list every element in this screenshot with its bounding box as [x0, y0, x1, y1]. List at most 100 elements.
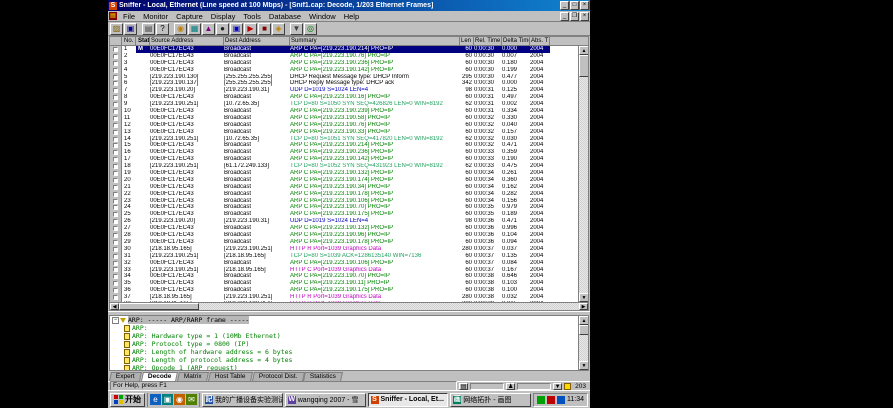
ie-icon[interactable]: e [150, 394, 161, 405]
column-header-len[interactable]: Len [460, 37, 474, 45]
packet-list-hscrollbar[interactable]: ◀ ▶ [110, 302, 588, 310]
row-checkbox[interactable] [110, 239, 122, 246]
row-checkbox[interactable] [110, 60, 122, 67]
tab-decode[interactable]: Decode [141, 372, 178, 381]
media-icon[interactable]: ◉ [174, 394, 185, 405]
column-header-rel[interactable]: Rel. Time [474, 37, 502, 45]
row-checkbox[interactable] [110, 184, 122, 191]
table-row[interactable]: 5[219.223.190.130][255.255.255.255]DHCP … [110, 74, 578, 81]
table-row[interactable]: 1600E0FC17EC43BroadcastARP C PA=[219.223… [110, 149, 578, 156]
tab-statistics[interactable]: Statistics [303, 372, 343, 381]
decode-line[interactable]: ARP: Length of protocol address = 4 byte… [112, 356, 578, 364]
row-checkbox[interactable] [110, 191, 122, 198]
table-row[interactable]: 1700E0FC17EC43BroadcastARP C PA=[219.223… [110, 156, 578, 163]
tab-protocol-dist-[interactable]: Protocol Dist. [252, 372, 305, 381]
table-row[interactable]: 2000E0FC17EC43BroadcastARP C PA=[219.223… [110, 177, 578, 184]
hscroll-thumb[interactable] [119, 303, 199, 310]
row-checkbox[interactable] [110, 253, 122, 260]
row-checkbox[interactable] [110, 273, 122, 280]
row-checkbox[interactable] [110, 287, 122, 294]
task-button-window[interactable]: 画网络拓扑 - 画图 [450, 393, 531, 407]
table-row[interactable]: 800E0FC17EC43BroadcastARP C PA=[219.223.… [110, 94, 578, 101]
decode-line[interactable]: −ARP: ----- ARP/RARP frame ----- [112, 316, 578, 324]
table-row[interactable]: 2500E0FC17EC43BroadcastARP C PA=[219.223… [110, 211, 578, 218]
decode-line[interactable]: ARP: Protocol type = 0800 (IP) [112, 340, 578, 348]
row-checkbox[interactable] [110, 67, 122, 74]
row-checkbox[interactable] [110, 177, 122, 184]
row-checkbox[interactable] [110, 225, 122, 232]
table-row[interactable]: 3600E0FC17EC43BroadcastARP C PA=[219.223… [110, 287, 578, 294]
row-checkbox[interactable] [110, 74, 122, 81]
task-button-sniffer-active[interactable]: SSniffer - Local, Et... [368, 393, 449, 407]
decode-scroll-up-icon[interactable]: ▲ [579, 316, 589, 325]
table-row[interactable]: 26[219.223.190.20][219.223.190.31]UDP D=… [110, 218, 578, 225]
decode-scroll-down-icon[interactable]: ▼ [579, 361, 589, 370]
print-button[interactable]: ▤ [142, 23, 155, 35]
row-checkbox[interactable] [110, 170, 122, 177]
filter-icon[interactable]: ▼ [553, 383, 562, 390]
tab-host-table[interactable]: Host Table [208, 372, 253, 381]
decode-vscrollbar[interactable]: ▲ ▼ [578, 316, 588, 370]
table-row[interactable]: 2700E0FC17EC43BroadcastARP C PA=[219.223… [110, 225, 578, 232]
table-row[interactable]: 1M00E0FC17EC43BroadcastARP C PA=[219.223… [110, 46, 578, 53]
table-row[interactable]: 14[219.223.190.251][10.72.65.35]TCP D=80… [110, 136, 578, 143]
desktop-icon[interactable]: ▣ [162, 394, 173, 405]
row-checkbox[interactable] [110, 163, 122, 170]
maximize-button[interactable]: □ [570, 1, 579, 10]
tab-matrix[interactable]: Matrix [177, 372, 209, 381]
row-checkbox[interactable] [110, 156, 122, 163]
decode-line[interactable]: ARP: Opcode 1 (ARP request) [112, 364, 578, 370]
table-row[interactable]: 1900E0FC17EC43BroadcastARP C PA=[219.223… [110, 170, 578, 177]
decode-vscroll-thumb[interactable] [579, 325, 589, 335]
row-checkbox[interactable] [110, 122, 122, 129]
close-button[interactable]: × [580, 1, 589, 10]
row-checkbox[interactable] [110, 101, 122, 108]
table-row[interactable]: 31[219.223.190.251][218.18.95.165]TCP D=… [110, 253, 578, 260]
child-minimize-button[interactable]: _ [560, 12, 569, 21]
row-checkbox[interactable] [110, 232, 122, 239]
host-table-button[interactable]: ▦ [188, 23, 201, 35]
column-header-dst[interactable]: Dest Address [224, 37, 290, 45]
column-header-src[interactable]: Source Address [150, 37, 224, 45]
column-header-stat[interactable]: Stat [136, 37, 150, 45]
menu-item-window[interactable]: Window [305, 12, 340, 21]
table-row[interactable]: 3200E0FC17EC43BroadcastARP C PA=[219.223… [110, 260, 578, 267]
row-checkbox[interactable] [110, 218, 122, 225]
child-restore-button[interactable]: ❐ [570, 12, 579, 21]
row-checkbox[interactable] [110, 267, 122, 274]
start-button[interactable]: 开始 [110, 393, 145, 407]
row-checkbox[interactable] [110, 294, 122, 301]
table-row[interactable]: 33[219.223.190.251][218.18.95.165]HTTP C… [110, 267, 578, 274]
scroll-right-icon[interactable]: ▶ [579, 303, 588, 310]
table-row[interactable]: 2800E0FC17EC43BroadcastARP C PA=[219.223… [110, 232, 578, 239]
printer-icon[interactable]: ▤ [459, 383, 468, 390]
open-file-button[interactable]: ▨ [110, 23, 123, 35]
menu-item-capture[interactable]: Capture [172, 12, 207, 21]
minimize-button[interactable]: _ [560, 1, 569, 10]
column-header-abs[interactable]: Abs. T [530, 37, 550, 45]
menu-item-database[interactable]: Database [265, 12, 305, 21]
tab-expert[interactable]: Expert [109, 372, 142, 381]
column-header-delta[interactable]: Delta Time [502, 37, 530, 45]
row-checkbox[interactable] [110, 129, 122, 136]
menu-item-help[interactable]: Help [340, 12, 363, 21]
row-checkbox[interactable] [110, 198, 122, 205]
decode-button[interactable]: ▣ [230, 23, 243, 35]
row-checkbox[interactable] [110, 204, 122, 211]
menu-item-tools[interactable]: Tools [239, 12, 265, 21]
scroll-left-icon[interactable]: ◀ [110, 303, 119, 310]
row-checkbox[interactable] [110, 142, 122, 149]
decode-line[interactable]: ARP: Length of hardware address = 6 byte… [112, 348, 578, 356]
table-row[interactable]: 2900E0FC17EC43BroadcastARP C PA=[219.223… [110, 239, 578, 246]
display-setup-button[interactable]: ◎ [304, 23, 317, 35]
table-row[interactable]: 7[219.223.190.20][219.223.190.31]UDP D=1… [110, 87, 578, 94]
antivirus-tray-icon[interactable] [547, 396, 555, 404]
row-checkbox[interactable] [110, 53, 122, 60]
decode-line[interactable]: ARP: [112, 324, 578, 332]
user-icon[interactable]: ♟ [506, 383, 515, 390]
table-row[interactable]: 18[219.223.190.251][61.172.249.133]TCP D… [110, 163, 578, 170]
matrix-button[interactable]: ▲ [202, 23, 215, 35]
table-row[interactable]: 2300E0FC17EC43BroadcastARP C PA=[219.223… [110, 198, 578, 205]
table-row[interactable]: 1300E0FC17EC43BroadcastARP C PA=[219.223… [110, 129, 578, 136]
table-row[interactable]: 2200E0FC17EC43BroadcastARP C PA=[219.223… [110, 191, 578, 198]
